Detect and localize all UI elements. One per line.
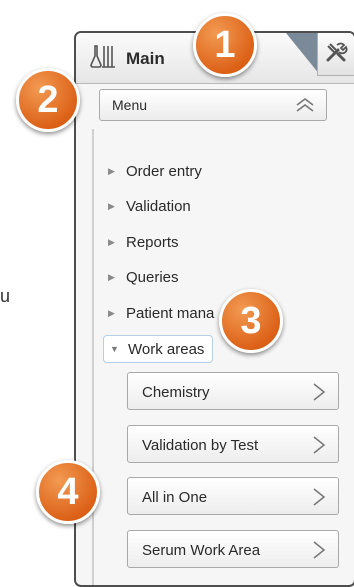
tree-guide-line [92, 129, 94, 585]
panel-title: Main [126, 49, 165, 68]
collapse-arrow-icon: ▼ [110, 344, 119, 354]
tab-fold [286, 33, 320, 75]
main-panel: Main Menu ▶ Order entry ▶ Validation ▶ R… [74, 31, 354, 587]
work-area-button-all-in-one[interactable]: All in One [127, 477, 339, 515]
nav-item-patient-management[interactable]: ▶ Patient mana [108, 301, 214, 325]
nav-item-queries[interactable]: ▶ Queries [108, 265, 179, 289]
work-area-button-chemistry[interactable]: Chemistry [127, 372, 339, 410]
nav-item-reports[interactable]: ▶ Reports [108, 230, 179, 254]
nav-item-work-areas[interactable]: ▼ Work areas [103, 335, 214, 363]
tools-button[interactable] [317, 33, 354, 76]
expand-arrow-icon: ▶ [108, 271, 115, 282]
callout-badge-2: 2 [16, 68, 80, 132]
expand-arrow-icon: ▶ [108, 236, 115, 247]
work-area-button-serum-work-area[interactable]: Serum Work Area [127, 530, 339, 568]
nav-item-label: Validation [126, 197, 191, 215]
flask-icon [90, 43, 116, 74]
work-area-label: Chemistry [142, 384, 210, 401]
menu-bar[interactable]: Menu [99, 89, 327, 121]
chevron-right-icon [313, 488, 326, 506]
chevron-right-icon [313, 436, 326, 454]
nav-item-label: Reports [126, 233, 179, 251]
nav-item-label: Queries [126, 268, 179, 286]
nav-item-label: Work areas [128, 340, 205, 358]
work-area-label: Validation by Test [142, 437, 259, 454]
callout-badge-1: 1 [193, 13, 257, 77]
tools-icon [324, 40, 348, 69]
nav-item-order-entry[interactable]: ▶ Order entry [108, 159, 202, 183]
stray-text: u [0, 286, 11, 306]
nav-item-label: Patient mana [126, 304, 215, 322]
nav-item-label: Order entry [126, 162, 202, 180]
nav-item-validation[interactable]: ▶ Validation [108, 194, 191, 218]
work-area-label: Serum Work Area [142, 542, 261, 559]
callout-badge-4: 4 [36, 460, 100, 524]
expand-arrow-icon: ▶ [108, 200, 115, 211]
work-area-button-validation-by-test[interactable]: Validation by Test [127, 425, 339, 463]
callout-badge-3: 3 [219, 289, 283, 353]
expand-arrow-icon: ▶ [108, 165, 115, 176]
chevron-right-icon [313, 541, 326, 559]
expand-arrow-icon: ▶ [108, 307, 115, 318]
double-chevron-up-icon[interactable] [294, 96, 316, 119]
work-area-label: All in One [142, 489, 208, 506]
menu-label: Menu [112, 97, 148, 113]
chevron-right-icon [313, 383, 326, 401]
